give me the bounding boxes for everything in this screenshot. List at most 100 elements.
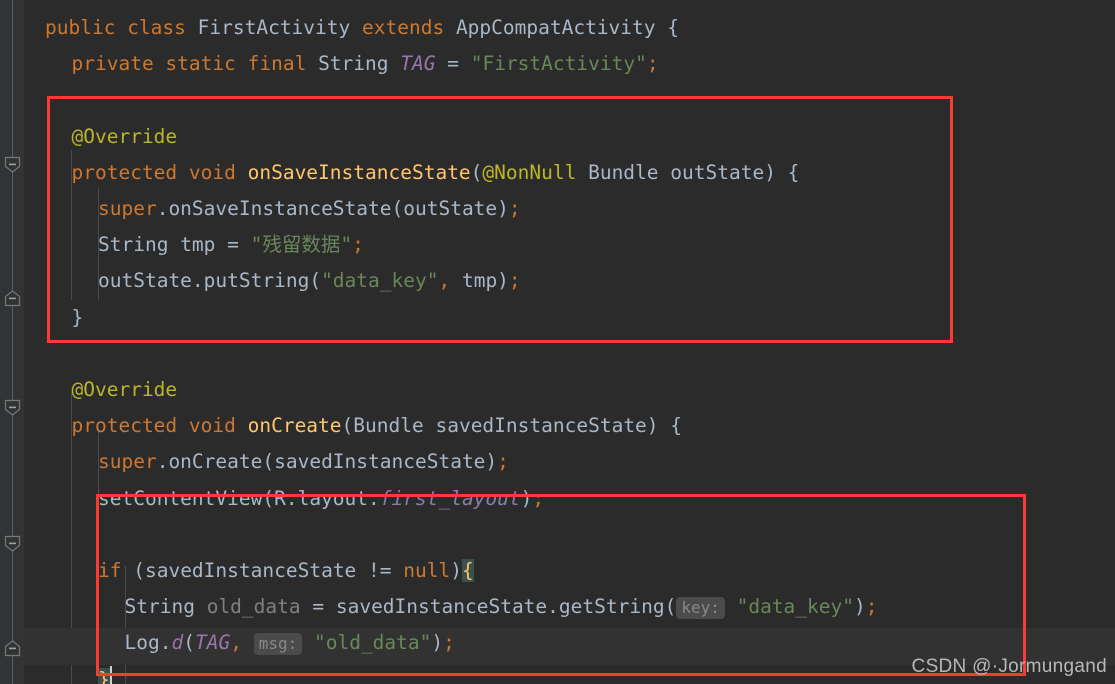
gutter-fold-rail: [12, 0, 13, 684]
code-token: super: [98, 197, 157, 220]
fold-marker-onCreate-open[interactable]: [4, 399, 21, 416]
code-token: "data_key": [321, 269, 439, 293]
fold-marker-onSaveInstanceState-open[interactable]: [4, 156, 21, 173]
code-token: ) {: [764, 160, 800, 184]
code-token: Bundle: [353, 414, 424, 438]
code-token: "残留数据": [250, 233, 353, 257]
code-token: super: [98, 450, 157, 474]
code-token: (: [341, 414, 354, 438]
code-token: {: [655, 16, 680, 39]
code-token: .onCreate(savedInstanceState): [156, 450, 498, 474]
code-editor-screenshot: public class FirstActivity extends AppCo…: [0, 0, 1115, 684]
code-token: savedInstanceState.getString(: [335, 595, 677, 619]
code-token: ): [520, 486, 533, 510]
code-token: }: [71, 305, 84, 329]
code-token: String: [98, 233, 181, 257]
code-token: @Override: [71, 378, 178, 401]
code-token: @NonNull: [482, 160, 577, 184]
code-token: =: [435, 52, 471, 76]
code-token: static: [165, 52, 248, 76]
code-line[interactable]: @Override: [72, 119, 178, 155]
code-token: @Override: [71, 124, 178, 148]
code-token: =: [215, 233, 251, 257]
fold-marker-if-open[interactable]: [4, 535, 21, 552]
code-token: setContentView(R.layout.: [98, 486, 380, 510]
code-line[interactable]: String old_data = savedInstanceState.get…: [125, 589, 878, 625]
code-token: void: [188, 414, 248, 438]
code-token: ): [431, 631, 444, 655]
code-line[interactable]: private static final String TAG = "First…: [72, 46, 659, 82]
code-token: Log.: [124, 631, 172, 655]
code-token: private: [71, 52, 166, 76]
code-token: String: [124, 595, 207, 619]
fold-marker-onSaveInstanceState-close[interactable]: [4, 290, 21, 307]
code-line[interactable]: Log.d(TAG, msg: "old_data");: [125, 625, 455, 661]
code-token: ;: [497, 450, 509, 474]
code-token: savedInstanceState: [423, 414, 647, 438]
code-line[interactable]: setContentView(R.layout.first_layout);: [98, 481, 544, 517]
code-token: !=: [368, 559, 404, 582]
source-code[interactable]: public class FirstActivity extends AppCo…: [24, 0, 1115, 684]
code-token: ;: [532, 486, 545, 510]
csdn-watermark: CSDN @·Jormungand: [911, 656, 1107, 677]
code-token: "old_data": [313, 631, 432, 655]
code-token: old_data: [206, 595, 301, 619]
code-token: tmp: [180, 233, 216, 257]
code-token: extends: [362, 16, 456, 39]
code-line[interactable]: protected void onSaveInstanceState(@NonN…: [72, 155, 800, 191]
code-token: TAG: [194, 631, 231, 655]
code-token: d: [171, 631, 184, 655]
code-line[interactable]: super.onCreate(savedInstanceState);: [98, 444, 509, 480]
editor-gutter[interactable]: [0, 0, 24, 684]
code-token: }: [98, 667, 110, 684]
code-token: =: [300, 595, 336, 619]
code-token: tmp): [450, 269, 509, 293]
code-line[interactable]: String tmp = "残留数据";: [98, 227, 364, 263]
code-token: FirstActivity: [197, 16, 363, 39]
code-token: ;: [508, 197, 521, 220]
code-token: {: [462, 559, 474, 582]
code-line[interactable]: }: [98, 662, 112, 684]
text-cursor: [109, 665, 112, 684]
code-token: ;: [352, 233, 364, 257]
editor-text-area[interactable]: public class FirstActivity extends AppCo…: [24, 0, 1115, 684]
code-token: AppCompatActivity: [455, 16, 656, 39]
code-line[interactable]: super.onSaveInstanceState(outState);: [98, 191, 521, 227]
code-token: "data_key": [736, 595, 854, 619]
code-token: ;: [508, 269, 521, 293]
code-token: void: [188, 160, 248, 184]
code-token: ;: [443, 631, 455, 655]
code-line[interactable]: public class FirstActivity extends AppCo…: [45, 10, 679, 46]
code-token: Bundle: [576, 160, 659, 184]
code-line[interactable]: outState.putString("data_key", tmp);: [98, 263, 521, 299]
code-line[interactable]: @Override: [72, 372, 178, 408]
code-token: String: [318, 52, 401, 76]
code-token: class: [127, 16, 198, 39]
code-token: protected: [71, 414, 189, 438]
code-token: ,: [438, 269, 451, 293]
code-token: outState: [98, 269, 192, 293]
code-token: outState: [658, 160, 765, 184]
code-line[interactable]: if (savedInstanceState != null){: [98, 553, 474, 589]
code-token: ): [854, 595, 866, 619]
code-token: onCreate: [247, 414, 342, 438]
code-token: ) {: [646, 414, 683, 438]
code-token: ;: [646, 52, 659, 76]
parameter-hint: msg:: [253, 633, 303, 656]
code-line[interactable]: protected void onCreate(Bundle savedInst…: [72, 408, 683, 444]
code-token: ,: [230, 631, 242, 655]
code-line[interactable]: }: [72, 300, 84, 336]
code-token: (savedInstanceState: [133, 559, 369, 582]
code-token: first_layout: [379, 486, 521, 510]
code-token: public: [45, 16, 128, 39]
code-token: final: [247, 52, 319, 76]
code-token: (: [183, 631, 195, 655]
code-token: protected: [71, 160, 189, 184]
code-token: if: [98, 559, 134, 582]
code-token: .onSaveInstanceState(outState): [156, 197, 509, 220]
fold-marker-if-close[interactable]: [4, 640, 21, 657]
parameter-hint: key:: [676, 597, 725, 620]
